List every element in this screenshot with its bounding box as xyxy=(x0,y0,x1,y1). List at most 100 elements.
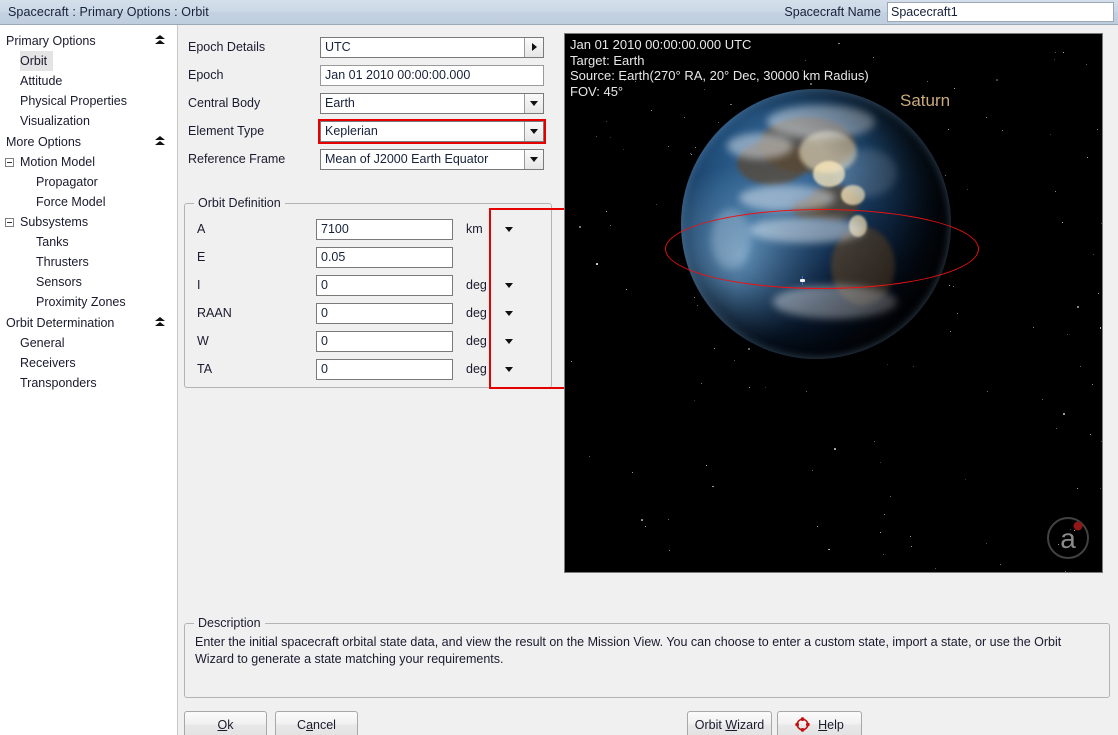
sidebar-section-primary-options[interactable]: Primary Options xyxy=(0,30,177,51)
epoch-field[interactable] xyxy=(320,64,544,86)
central-body-dropdown-button[interactable] xyxy=(524,93,543,113)
chevron-double-up-icon[interactable] xyxy=(155,136,166,147)
navigation-sidebar: Primary Options Orbit Attitude Physical … xyxy=(0,25,178,735)
epoch-form: Epoch Details Epoch Central Body xyxy=(184,33,564,173)
form-row-epoch-details: Epoch Details xyxy=(184,33,564,61)
orbit-row-w: W deg xyxy=(185,327,551,355)
sidebar-item-tanks[interactable]: Tanks xyxy=(0,232,177,252)
orbit-field-label: W xyxy=(197,334,209,348)
sidebar-item-orbit[interactable]: Orbit xyxy=(0,51,177,71)
orbit-input-ta[interactable] xyxy=(316,358,453,380)
sidebar-item-visualization[interactable]: Visualization xyxy=(0,111,177,131)
element-type-value[interactable] xyxy=(321,121,524,141)
sidebar-item-force-model[interactable]: Force Model xyxy=(0,192,177,212)
sidebar-node-subsystems[interactable]: Subsystems xyxy=(0,212,177,232)
chevron-down-icon xyxy=(505,366,513,372)
spacecraft-name-label: Spacecraft Name xyxy=(784,5,881,19)
spacecraft-orbit-dialog: Spacecraft : Primary Options : Orbit Spa… xyxy=(0,0,1118,735)
orbit-input-ta-value[interactable] xyxy=(317,362,452,376)
field-label: Epoch Details xyxy=(188,40,266,54)
orbit-field-label: A xyxy=(197,222,206,236)
sidebar-section-label: Primary Options xyxy=(6,33,96,48)
cancel-button[interactable]: Cancel xyxy=(275,711,358,735)
orbit-unit-a-dropdown-button[interactable] xyxy=(498,226,520,232)
epoch-details-field[interactable] xyxy=(320,36,544,58)
sidebar-item-attitude[interactable]: Attitude xyxy=(0,71,177,91)
arrow-right-icon xyxy=(531,43,537,51)
sidebar-item-receivers[interactable]: Receivers xyxy=(0,353,177,373)
field-label: Reference Frame xyxy=(188,152,286,166)
orbit-wizard-button-label: Orbit Wizard xyxy=(694,717,765,732)
central-body-value[interactable] xyxy=(321,93,524,113)
sidebar-section-label: Orbit Determination xyxy=(6,315,115,330)
orbit-unit-w: deg xyxy=(466,334,487,348)
sidebar-node-motion-model[interactable]: Motion Model xyxy=(0,152,177,172)
epoch-details-input[interactable] xyxy=(321,37,524,57)
element-type-dropdown-button[interactable] xyxy=(524,121,543,141)
orbit-unit-i-dropdown-button[interactable] xyxy=(498,282,520,288)
orbit-input-i-value[interactable] xyxy=(317,278,452,292)
orbit-unit-raan-dropdown-button[interactable] xyxy=(498,310,520,316)
orbit-input-w-value[interactable] xyxy=(317,334,452,348)
orbit-input-i[interactable] xyxy=(316,274,453,296)
sidebar-item-sensors[interactable]: Sensors xyxy=(0,272,177,292)
epoch-input[interactable] xyxy=(321,65,543,85)
orbit-input-e[interactable] xyxy=(316,246,453,268)
orbit-input-raan-value[interactable] xyxy=(317,306,452,320)
reference-frame-select[interactable] xyxy=(320,148,544,170)
sidebar-item-propagator[interactable]: Propagator xyxy=(0,172,177,192)
orbit-wizard-button[interactable]: Orbit Wizard xyxy=(687,711,772,735)
orbit-row-raan: RAAN deg xyxy=(185,299,551,327)
orbit-definition-group: Orbit Definition A km E xyxy=(184,196,552,388)
body-label-saturn: Saturn xyxy=(900,91,951,110)
orbit-unit-i: deg xyxy=(466,278,487,292)
help-button[interactable]: Help xyxy=(777,711,862,735)
orbit-row-a: A km xyxy=(185,215,551,243)
orbit-input-a-value[interactable] xyxy=(317,222,452,236)
sidebar-item-transponders[interactable]: Transponders xyxy=(0,373,177,393)
orbit-input-w[interactable] xyxy=(316,330,453,352)
element-type-select[interactable] xyxy=(318,118,546,144)
sidebar-section-orbit-determination[interactable]: Orbit Determination xyxy=(0,312,177,333)
sidebar-item-physical-properties[interactable]: Physical Properties xyxy=(0,91,177,111)
reference-frame-value[interactable] xyxy=(321,149,524,169)
form-row-central-body: Central Body xyxy=(184,89,564,117)
spacecraft-name-input[interactable] xyxy=(887,2,1114,22)
svg-text:a: a xyxy=(1060,523,1076,554)
mission-view-3d[interactable]: Saturn Jan 01 2010 00:00:00.000 UTC Targ… xyxy=(564,33,1103,573)
chevron-down-icon xyxy=(530,156,538,162)
description-title: Description xyxy=(194,616,265,630)
orbit-unit-w-dropdown-button[interactable] xyxy=(498,338,520,344)
chevron-down-icon xyxy=(530,128,538,134)
orbit-field-label: TA xyxy=(197,362,213,376)
spacecraft-marker xyxy=(800,276,805,285)
orbit-input-e-value[interactable] xyxy=(317,250,452,264)
ok-button[interactable]: Ok xyxy=(184,711,267,735)
reference-frame-dropdown-button[interactable] xyxy=(524,149,543,169)
sidebar-section-label: More Options xyxy=(6,134,82,149)
orbit-unit-a: km xyxy=(466,222,483,236)
help-button-label: Help xyxy=(818,717,844,732)
orbit-row-e: E xyxy=(185,243,551,271)
sidebar-item-general[interactable]: General xyxy=(0,333,177,353)
sidebar-item-label: Orbit xyxy=(20,51,54,71)
sidebar-item-thrusters[interactable]: Thrusters xyxy=(0,252,177,272)
central-body-select[interactable] xyxy=(320,92,544,114)
expander-minus-icon[interactable] xyxy=(5,157,14,167)
orbit-unit-ta-dropdown-button[interactable] xyxy=(498,366,520,372)
sidebar-item-proximity-zones[interactable]: Proximity Zones xyxy=(0,292,177,312)
orbit-input-a[interactable] xyxy=(316,218,453,240)
chevron-double-up-icon[interactable] xyxy=(155,317,166,328)
orbit-field-label: I xyxy=(197,278,201,292)
view3d-overlay-text: Jan 01 2010 00:00:00.000 UTC Target: Ear… xyxy=(570,37,869,99)
sidebar-section-more-options[interactable]: More Options xyxy=(0,131,177,152)
orbit-field-label: RAAN xyxy=(197,306,232,320)
field-label: Central Body xyxy=(188,96,261,110)
orbit-input-raan[interactable] xyxy=(316,302,453,324)
orbit-unit-ta: deg xyxy=(466,362,487,376)
expander-minus-icon[interactable] xyxy=(5,217,14,227)
chevron-down-icon xyxy=(505,282,513,288)
chevron-double-up-icon[interactable] xyxy=(155,35,166,46)
epoch-details-expand-button[interactable] xyxy=(524,37,543,57)
form-row-epoch: Epoch xyxy=(184,61,564,89)
